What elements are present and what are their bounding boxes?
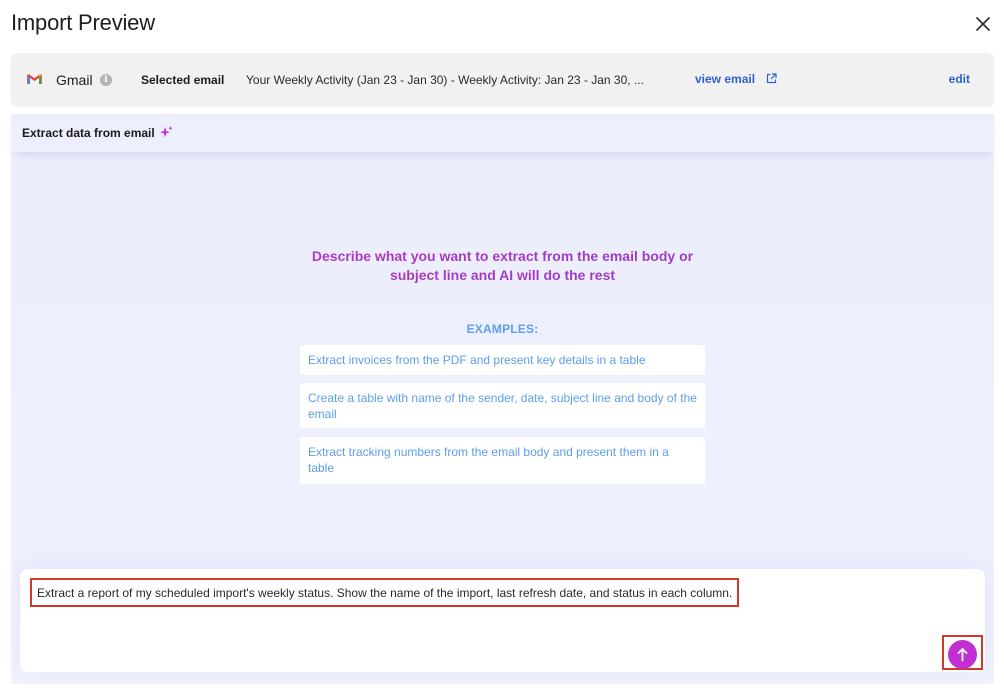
example-card[interactable]: Extract invoices from the PDF and presen… [300, 345, 705, 375]
prompt-input[interactable]: Extract a report of my scheduled import'… [30, 578, 740, 607]
headline-line-1: Describe what you want to extract from t… [11, 247, 994, 266]
page-title: Import Preview [11, 10, 155, 35]
external-link-icon [766, 73, 777, 84]
prompt-input-box[interactable]: Extract a report of my scheduled import'… [20, 569, 985, 672]
send-button-highlight [942, 635, 983, 670]
headline-line-2: subject line and AI will do the rest [11, 266, 994, 285]
gmail-logo-icon [27, 73, 42, 85]
selected-email-label: Selected email [141, 73, 225, 87]
example-card[interactable]: Create a table with name of the sender, … [300, 383, 705, 428]
dialog-header: Import Preview [0, 0, 1004, 50]
import-preview-dialog: Import Preview Gmail i Selected email Yo… [0, 0, 1004, 690]
close-button[interactable] [972, 13, 994, 35]
edit-link[interactable]: edit [949, 72, 970, 86]
selected-email-bar: Gmail i Selected email Your Weekly Activ… [11, 53, 994, 106]
email-subject: Your Weekly Activity (Jan 23 - Jan 30) -… [246, 73, 644, 87]
info-icon[interactable]: i [100, 74, 112, 86]
instructions-headline: Describe what you want to extract from t… [11, 247, 994, 285]
close-icon [976, 17, 990, 31]
arrow-up-icon [957, 648, 968, 662]
extract-panel: Extract data from email Describe what yo… [11, 114, 994, 684]
extract-header: Extract data from email [11, 114, 994, 152]
example-card[interactable]: Extract tracking numbers from the email … [300, 437, 705, 484]
send-button[interactable] [948, 640, 977, 669]
extract-title: Extract data from email [22, 126, 155, 140]
view-email-link[interactable]: view email [695, 72, 777, 86]
examples-label: EXAMPLES: [466, 322, 539, 336]
source-name: Gmail [56, 72, 93, 88]
sparkle-icon [159, 125, 174, 140]
view-email-label: view email [695, 72, 756, 86]
